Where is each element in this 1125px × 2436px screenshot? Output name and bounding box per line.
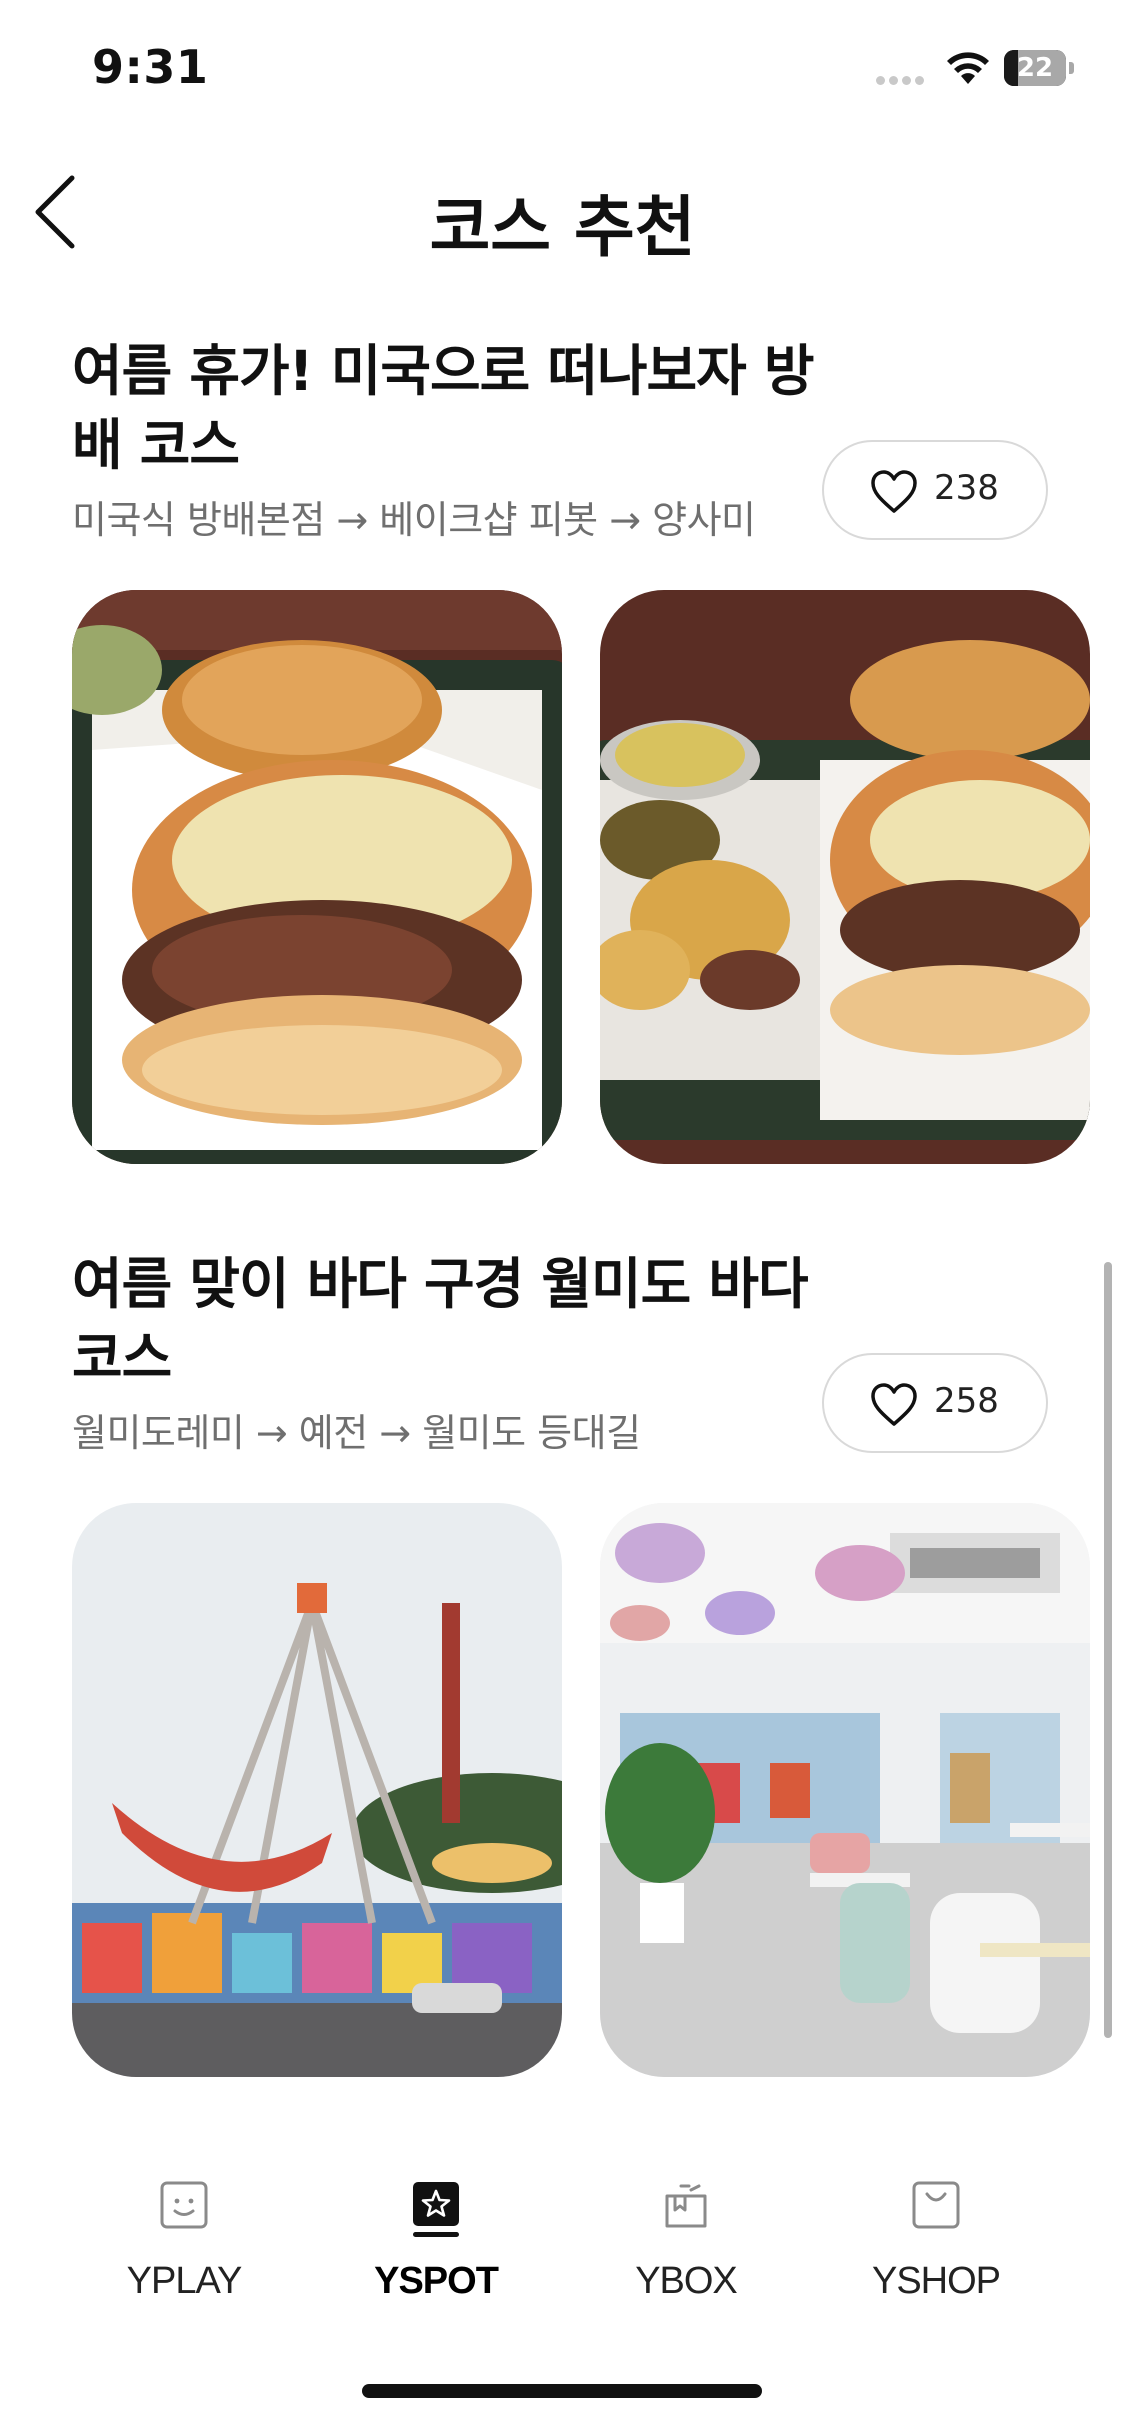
status-bar: 9:31 22 — [0, 0, 1125, 140]
course-card[interactable]: 여름 맞이 바다 구경 월미도 바다 코스 월미도레미 → 예전 → 월미도 등… — [0, 1247, 1125, 2097]
burger-fries-photo[interactable] — [600, 590, 1090, 1164]
course-route: 월미도레미 → 예전 → 월미도 등대길 — [72, 1411, 641, 1455]
scrollbar[interactable] — [1104, 1262, 1112, 2038]
burger-photo[interactable] — [72, 590, 562, 1164]
star-box-icon — [413, 2182, 459, 2237]
tab-label: YPLAY — [126, 2260, 243, 2302]
tab-label: YSHOP — [871, 2260, 1001, 2302]
battery-level: 22 — [1016, 53, 1054, 83]
like-count: 238 — [934, 468, 999, 508]
screen: 9:31 22 코스 추천 여름 휴가! 미국으로 떠나보자 방배 코스 미국식… — [0, 0, 1125, 2436]
home-indicator[interactable] — [362, 2384, 762, 2398]
like-button[interactable]: 258 — [822, 1353, 1048, 1453]
tab-ybox[interactable]: YBOX — [586, 2180, 786, 2320]
cafe-interior-photo[interactable] — [600, 1503, 1090, 2077]
battery-icon: 22 — [1004, 50, 1074, 86]
tab-yspot[interactable]: YSPOT — [336, 2180, 536, 2320]
tab-label: YBOX — [635, 2260, 738, 2302]
heart-icon — [871, 470, 917, 513]
wifi-icon — [947, 52, 989, 84]
status-time: 9:31 — [92, 40, 209, 94]
gift-box-icon — [665, 2184, 707, 2228]
signal-icon — [876, 70, 928, 85]
course-title: 여름 휴가! 미국으로 떠나보자 방배 코스 — [72, 339, 814, 477]
course-title: 여름 맞이 바다 구경 월미도 바다 코스 — [72, 1252, 809, 1390]
tab-yshop[interactable]: YSHOP — [836, 2180, 1036, 2320]
tab-yplay[interactable]: YPLAY — [84, 2180, 284, 2320]
like-count: 258 — [934, 1381, 999, 1421]
heart-icon — [871, 1383, 917, 1426]
tab-label: YSPOT — [374, 2260, 499, 2302]
like-button[interactable]: 238 — [822, 440, 1048, 540]
shopping-bag-icon — [912, 2181, 960, 2229]
page-title: 코스 추천 — [429, 189, 696, 266]
course-card[interactable]: 여름 휴가! 미국으로 떠나보자 방배 코스 미국식 방배본점 → 베이크샵 피… — [0, 334, 1125, 1184]
course-route: 미국식 방배본점 → 베이크샵 피봇 → 양사미 — [72, 498, 756, 542]
smile-box-icon — [160, 2181, 208, 2229]
amusement-park-photo[interactable] — [72, 1503, 562, 2077]
header: 코스 추천 — [0, 150, 1125, 270]
